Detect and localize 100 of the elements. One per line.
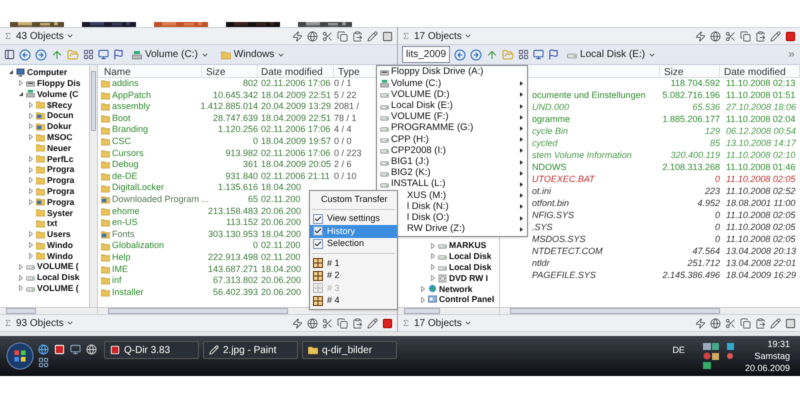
globe-icon[interactable] [710, 318, 721, 328]
expand-arrow-icon[interactable] [430, 275, 436, 281]
scissors-icon[interactable] [322, 318, 333, 328]
tree-item[interactable]: txt [47, 219, 58, 228]
paste-icon[interactable] [755, 318, 766, 328]
file-name[interactable]: cycle Bin [532, 125, 568, 139]
menu-item[interactable]: VOLUME (F:) [377, 112, 527, 123]
view-icon[interactable] [518, 49, 530, 60]
file-name[interactable]: ntldr [532, 257, 550, 271]
clock-time[interactable]: 19:31 [767, 338, 790, 350]
more-icon[interactable] [787, 50, 796, 59]
file-name[interactable]: ocumente und Einstellungen [532, 89, 646, 103]
tree-item[interactable]: Progra [47, 198, 74, 206]
menu-item[interactable]: Volume (C:) [377, 78, 527, 90]
menu-item[interactable]: BIG2 (K:) [377, 168, 527, 179]
file-name[interactable]: UTOEXEC.BAT [532, 173, 595, 187]
menu-item[interactable]: CPP2008 (I:) [377, 145, 527, 156]
objects-count-button[interactable]: 93 Objects [16, 316, 74, 330]
menu-item[interactable]: Selection [310, 238, 397, 250]
file-name[interactable]: AppPatch [112, 88, 152, 102]
column-header[interactable]: Name [98, 65, 202, 77]
tree-item[interactable]: Progra [47, 165, 74, 174]
column-header[interactable]: Date modified [720, 65, 800, 77]
copy-icon[interactable] [740, 318, 751, 328]
menu-item[interactable]: # 4 [310, 294, 397, 307]
taskbar-button[interactable]: q-dir_bilder [302, 341, 397, 359]
file-name[interactable]: Branding [112, 123, 148, 137]
desktop-icon[interactable] [70, 344, 81, 355]
menu-item[interactable]: PROGRAMME (G:) [377, 122, 527, 134]
paste-icon[interactable] [352, 30, 363, 42]
view-icon[interactable] [83, 49, 94, 60]
file-name[interactable]: ehome [112, 204, 140, 218]
start-orb-icon[interactable] [6, 342, 34, 370]
objects-count-button[interactable]: 17 Objects [414, 316, 472, 330]
tree-item[interactable]: PerfLc [47, 154, 74, 164]
column-header[interactable]: Size [660, 65, 720, 77]
panel-icon[interactable] [4, 49, 15, 60]
globe-icon[interactable] [307, 30, 318, 42]
tree-item[interactable]: Floppy Dis [37, 78, 80, 88]
file-name[interactable]: Cursors [112, 146, 144, 160]
menu-item[interactable]: INSTALL (L:) [377, 178, 527, 190]
file-name[interactable]: otfont.bin [532, 197, 570, 211]
scrollbar[interactable] [89, 65, 97, 307]
drive-dropdown[interactable]: Volume (C:) [128, 47, 213, 62]
expand-arrow-icon[interactable] [28, 231, 34, 238]
file-name[interactable]: de-DE [112, 170, 138, 184]
file-name[interactable]: addins [112, 78, 139, 91]
file-name[interactable]: Debug [112, 158, 139, 172]
expand-arrow-icon[interactable] [18, 274, 24, 281]
tree-item[interactable]: VOLUME ( [37, 262, 79, 271]
file-name[interactable]: NFIG.SYS [532, 209, 574, 223]
expand-arrow-icon[interactable] [28, 242, 34, 248]
clock-day[interactable]: Samstag [754, 350, 790, 362]
file-name[interactable]: inf [112, 274, 122, 288]
tree-item[interactable]: Progra [47, 176, 74, 185]
browser-icon[interactable] [38, 344, 49, 355]
tree-item[interactable]: MARKUS [449, 241, 486, 250]
taskbar-button[interactable]: Q-Dir 3.83 [104, 341, 199, 359]
clock-date[interactable]: 20.06.2009 [744, 362, 790, 374]
scissors-icon[interactable] [725, 30, 736, 42]
copy-icon[interactable] [337, 30, 348, 42]
file-name[interactable]: .SYS [532, 221, 553, 235]
up-icon[interactable] [486, 48, 498, 60]
up-icon[interactable] [51, 48, 63, 60]
tree-item[interactable]: MSOC [47, 132, 72, 142]
back-icon[interactable] [454, 48, 466, 60]
lightning-icon[interactable] [292, 30, 303, 42]
scrollbar[interactable] [398, 307, 499, 314]
column-header[interactable]: Date modified [258, 65, 334, 77]
window-icon[interactable] [785, 30, 796, 42]
paste-icon[interactable] [755, 30, 766, 42]
file-name[interactable]: stem Volume Information [532, 149, 632, 163]
scissors-icon[interactable] [322, 30, 333, 42]
folder-dropdown[interactable]: Windows [216, 47, 290, 62]
file-name[interactable]: cycled [532, 137, 558, 151]
file-name[interactable]: DigitalLocker [112, 181, 164, 195]
menu-item[interactable]: # 1 [310, 257, 397, 270]
menu-item[interactable]: VOLUME (D:) [377, 89, 527, 101]
tree-item[interactable]: Local Disk [449, 262, 492, 272]
tree-item[interactable]: Local Disk [37, 273, 80, 282]
expand-arrow-icon[interactable] [420, 286, 426, 292]
tree-item[interactable]: Dokur [47, 122, 72, 131]
tree-item[interactable]: Docun [47, 111, 74, 120]
column-header[interactable]: Size [202, 65, 258, 77]
file-name[interactable]: Fonts [112, 228, 135, 242]
tree-item[interactable]: Syster [47, 208, 73, 217]
pencil-icon[interactable] [367, 318, 378, 328]
back-icon[interactable] [19, 48, 31, 60]
expand-arrow-icon[interactable] [18, 80, 24, 86]
menu-item[interactable]: CPP (H:) [377, 134, 527, 146]
expand-arrow-icon[interactable] [28, 166, 34, 173]
pencil-icon[interactable] [770, 30, 781, 42]
taskbar-button[interactable]: 2.jpg - Paint [203, 341, 298, 359]
lightning-icon[interactable] [695, 318, 706, 328]
pencil-icon[interactable] [367, 30, 378, 42]
tree-item[interactable]: Windo [47, 240, 73, 250]
monitor-icon[interactable] [533, 49, 544, 60]
expand-arrow-icon[interactable] [430, 242, 436, 249]
file-name[interactable]: Downloaded Program ... [112, 192, 210, 206]
objects-count-button[interactable]: 43 Objects [16, 28, 74, 44]
